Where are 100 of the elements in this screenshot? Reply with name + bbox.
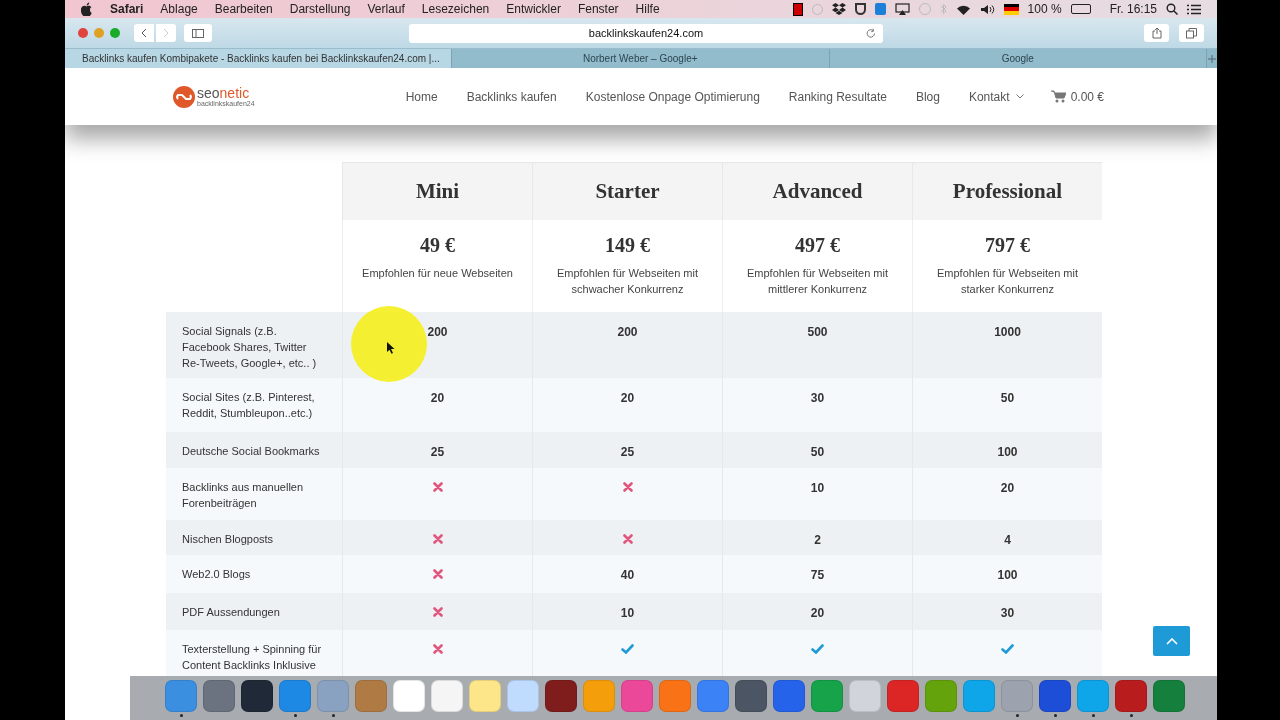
plan-value: 75 [810,567,825,584]
chevron-left-icon [141,28,147,38]
share-button[interactable] [1144,24,1169,42]
wifi-icon[interactable] [955,3,971,15]
browser-tab[interactable]: Norbert Weber – Google+ [452,49,830,68]
nav-link[interactable]: Backlinks kaufen [466,87,557,106]
feature-label: Web2.0 Blogs [182,567,252,582]
nav-link[interactable]: Kostenlose Onpage Optimierung [585,87,760,106]
nav-link[interactable]: Blog [915,87,940,106]
menu-item[interactable]: Bearbeiten [214,0,273,18]
plan-value: 30 [810,390,825,407]
plan-value: 25 [620,444,635,461]
reload-icon[interactable] [866,27,876,39]
plus-icon [1208,54,1216,63]
sidebar-icon [192,28,204,38]
feature-label: Texterstellung + Spinning für Content Backlinks Inklusive [182,642,322,673]
feature-label: Social Sites (z.B. Pinterest, Reddit, Stumbleupon..etc.) [182,390,316,421]
nav-link[interactable]: Home [405,87,438,106]
plan-price: 497 € [795,235,840,255]
plan-price: 149 € [605,235,650,255]
bluetooth-icon[interactable] [939,3,947,15]
plan-value: 20 [620,390,635,407]
chevron-right-icon [163,28,169,38]
menu-item[interactable]: Hilfe [635,0,660,18]
zoom-button[interactable] [110,28,120,38]
plan-price: 49 € [420,235,455,255]
plan-value: 20 [1000,480,1015,497]
dock-app-icon[interactable] [735,679,767,712]
plan-value: 25 [430,444,445,461]
plan-price: 797 € [985,235,1030,255]
feature-label: Nischen Blogposts [182,532,275,547]
flag-icon[interactable] [1003,3,1019,15]
list-icon[interactable] [1187,3,1201,15]
plan-header: Advanced [722,162,912,220]
dropbox-icon[interactable] [831,3,846,15]
plan-header: Mini [342,162,532,220]
cart-link[interactable]: 0.00 € [1050,87,1104,106]
dock-app-icon[interactable] [241,679,273,712]
menu-item[interactable]: Ablage [160,0,198,18]
sidebar-button[interactable] [184,24,212,42]
nav-link[interactable]: Ranking Resultate [788,87,887,106]
scroll-to-top-button[interactable] [1153,626,1190,656]
dock-app-icon[interactable] [1115,679,1147,712]
browser-tab[interactable]: Backlinks kaufen Kombipakete - Backlinks kaufen bei Backlinkskaufen24.com |... [65,49,452,68]
plan-value: 10 [810,480,825,497]
plan-value: 40 [620,567,635,584]
plan-value: 100 [997,444,1018,461]
address-field[interactable]: backlinkskaufen24.com [409,23,883,43]
plan-value: 2 [814,532,821,549]
dock-app-icon[interactable] [545,679,577,712]
logo-icon[interactable] [173,85,195,108]
menu-item[interactable]: Verlauf [367,0,405,18]
browser-tab[interactable]: Google [829,49,1207,68]
volume-icon[interactable] [979,3,995,15]
battery-percent: 100 % [1027,1,1062,18]
plan-value: 10 [620,605,635,622]
cart-icon [1050,90,1066,103]
logo-text[interactable]: seonetic [197,86,255,100]
dock-app-icon[interactable] [1039,679,1071,712]
clock[interactable]: Fr. 16:15 [1109,0,1157,18]
plan-description: Empfohlen für Webseiten mit mittlerer Konkurrenz [746,266,889,297]
tabs-overview-button[interactable] [1179,24,1204,42]
share-icon [1151,27,1162,39]
feature-label: PDF Aussendungen [182,605,281,620]
plan-value: 200 [427,324,448,341]
plan-value: 100 [997,567,1018,584]
plan-header: Starter [532,162,722,220]
minimize-button[interactable] [94,28,104,38]
feature-label: Backlinks aus manuellen Forenbeiträgen [182,480,305,511]
plan-value: 20 [810,605,825,622]
tabs-icon [1186,27,1197,39]
battery-icon[interactable] [1070,4,1091,14]
menu-item[interactable]: Lesezeichen [421,0,490,18]
menu-item[interactable]: Fenster [577,0,619,18]
feature-label: Deutsche Social Bookmarks [182,444,321,459]
nav-link[interactable]: Kontakt [968,87,1024,106]
menu-item[interactable]: Safari [110,0,144,18]
plan-value: 50 [810,444,825,461]
close-button[interactable] [78,28,88,38]
shield-icon[interactable] [854,3,866,15]
plan-value: 20 [430,390,445,407]
apple-logo-icon[interactable] [81,2,93,16]
plan-value: 50 [1000,390,1015,407]
menu-item[interactable]: Entwickler [506,0,561,18]
airplay-icon[interactable] [894,3,910,15]
plan-description: Empfohlen für Webseiten mit starker Konkurrenz [936,266,1079,297]
plan-value: 30 [1000,605,1015,622]
feature-label: Social Signals (z.B. Facebook Shares, Twitter Re-Tweets, Google+, etc.. ) [182,324,318,371]
plan-value: 500 [807,324,828,341]
plan-description: Empfohlen für Webseiten mit schwacher Konkurrenz [556,266,699,297]
pointer-icon [387,342,395,354]
chevron-up-icon [1165,637,1178,645]
back-button[interactable] [134,24,154,42]
plan-value: 4 [1004,532,1011,549]
menu-item[interactable]: Darstellung [289,0,351,18]
plan-value: 1000 [994,324,1021,341]
plan-header: Professional [912,162,1102,220]
plan-description: Empfohlen für neue Webseiten [361,266,514,281]
plan-value: 200 [617,324,638,341]
search-icon[interactable] [1166,3,1178,15]
